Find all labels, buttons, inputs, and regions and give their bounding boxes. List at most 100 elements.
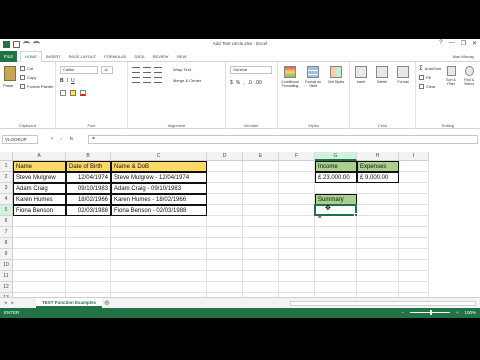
row-header-6[interactable]: 6: [0, 216, 13, 227]
tab-view[interactable]: VIEW: [172, 51, 190, 62]
bottom-align-icon[interactable]: [154, 67, 162, 73]
row-header-12[interactable]: 12: [0, 282, 13, 293]
cell-styles-button[interactable]: Cell Styles: [325, 66, 347, 84]
underline-button[interactable]: U: [71, 78, 75, 84]
formula-input[interactable]: =: [88, 135, 478, 144]
row-header-11[interactable]: 11: [0, 271, 13, 282]
fill-color-icon[interactable]: [70, 90, 76, 96]
name-dob-cell[interactable]: Steve Mulgrew - 12/04/1974: [111, 172, 207, 183]
zoom-level[interactable]: 100%: [464, 310, 476, 315]
increase-decimal-button[interactable]: .0: [248, 80, 252, 86]
sheet-tab-text-function-examples[interactable]: TEXT Function Examples: [36, 298, 103, 308]
row-header-10[interactable]: 10: [0, 260, 13, 271]
next-sheet-icon[interactable]: ▸: [12, 300, 15, 306]
sort-filter-button[interactable]: Sort & Filter: [442, 66, 460, 86]
tab-review[interactable]: REVIEW: [149, 51, 173, 62]
row-header-5[interactable]: 5: [0, 205, 13, 216]
active-cell-input[interactable]: =: [316, 215, 322, 221]
center-align-icon[interactable]: [143, 77, 151, 83]
row-header-8[interactable]: 8: [0, 238, 13, 249]
font-name-select[interactable]: Calibri: [60, 66, 98, 74]
row-header-2[interactable]: 2: [0, 172, 13, 183]
name-dob-cell[interactable]: Adam Craig - 09/10/1983: [111, 183, 207, 194]
autosum-button[interactable]: Σ AutoSum: [419, 65, 441, 72]
column-header-a[interactable]: A: [13, 152, 66, 161]
tab-home[interactable]: HOME: [20, 51, 42, 62]
right-align-icon[interactable]: [154, 77, 162, 83]
income-value-cell[interactable]: £ 23,000.00: [315, 172, 357, 183]
active-cell[interactable]: =: [314, 204, 357, 221]
name-cell[interactable]: Steve Mulgrew: [13, 172, 66, 183]
top-align-icon[interactable]: [132, 67, 140, 73]
format-as-table-button[interactable]: Format as Table: [302, 66, 324, 88]
font-color-icon[interactable]: [80, 90, 86, 96]
zoom-in-icon[interactable]: +: [456, 310, 459, 315]
copy-button[interactable]: Copy: [20, 75, 36, 80]
name-cell[interactable]: Adam Craig: [13, 183, 66, 194]
dob-cell[interactable]: 09/10/1983: [66, 183, 111, 194]
expenses-header-cell[interactable]: Expenses: [357, 161, 399, 172]
decrease-decimal-button[interactable]: .00: [255, 80, 262, 86]
dob-cell[interactable]: 12/04/1974: [66, 172, 111, 183]
number-format-select[interactable]: General: [230, 66, 272, 74]
minimize-icon[interactable]: —: [449, 40, 455, 47]
restore-icon[interactable]: ❐: [461, 40, 466, 47]
zoom-slider[interactable]: [409, 310, 450, 315]
middle-align-icon[interactable]: [143, 67, 151, 73]
row-header-9[interactable]: 9: [0, 249, 13, 260]
dob-cell[interactable]: 02/03/1988: [66, 205, 111, 216]
font-size-select[interactable]: 11: [101, 66, 113, 74]
name-dob-cell[interactable]: Karen Humes - 18/02/1966: [111, 194, 207, 205]
format-cells-button[interactable]: Format: [392, 66, 414, 84]
paste-button[interactable]: Paste: [3, 83, 13, 88]
paste-icon[interactable]: [4, 66, 16, 81]
bold-button[interactable]: B: [60, 78, 64, 84]
horizontal-scrollbar[interactable]: [290, 301, 476, 306]
delete-cells-button[interactable]: Delete: [371, 66, 393, 84]
row-header-4[interactable]: 4: [0, 194, 13, 205]
borders-icon[interactable]: [60, 90, 66, 96]
fill-button[interactable]: Fill: [419, 75, 431, 80]
row-header-1[interactable]: 1: [0, 161, 13, 172]
comma-button[interactable]: ,: [243, 80, 244, 86]
account-name[interactable]: Alan Murray: [452, 54, 474, 59]
select-all-button[interactable]: [0, 152, 13, 161]
clear-button[interactable]: Clear: [419, 84, 436, 89]
row-header-7[interactable]: 7: [0, 227, 13, 238]
merge-center-button[interactable]: Merge & Center: [173, 78, 201, 83]
prev-sheet-icon[interactable]: ◂: [4, 300, 7, 306]
row-header-3[interactable]: 3: [0, 183, 13, 194]
name-box[interactable]: VLOOKUP: [2, 135, 38, 144]
currency-button[interactable]: $: [230, 80, 233, 86]
column-header-f[interactable]: F: [279, 152, 315, 161]
table-header-cell[interactable]: Name: [13, 161, 66, 172]
insert-cells-button[interactable]: Insert: [350, 66, 372, 84]
add-sheet-icon[interactable]: ⊕: [104, 299, 110, 307]
tab-insert[interactable]: INSERT: [42, 51, 65, 62]
cut-button[interactable]: Cut: [20, 66, 33, 71]
dob-cell[interactable]: 18/02/1966: [66, 194, 111, 205]
column-header-d[interactable]: D: [207, 152, 243, 161]
name-cell[interactable]: Karen Humes: [13, 194, 66, 205]
column-header-e[interactable]: E: [243, 152, 279, 161]
name-dob-cell[interactable]: Fiona Benson - 02/03/1988: [111, 205, 207, 216]
column-header-h[interactable]: H: [357, 152, 399, 161]
format-painter-button[interactable]: Format Painter: [20, 84, 53, 89]
column-header-b[interactable]: B: [66, 152, 111, 161]
column-header-g[interactable]: G: [315, 152, 357, 161]
wrap-text-button[interactable]: Wrap Text: [173, 67, 191, 72]
column-header-c[interactable]: C: [111, 152, 207, 161]
tab-formulas[interactable]: FORMULAS: [100, 51, 130, 62]
fill-handle[interactable]: [354, 213, 358, 217]
left-align-icon[interactable]: [132, 77, 140, 83]
cancel-icon[interactable]: ✕: [50, 136, 54, 142]
income-header-cell[interactable]: Income: [315, 161, 357, 172]
name-cell[interactable]: Fiona Benson: [13, 205, 66, 216]
percent-button[interactable]: %: [236, 80, 240, 86]
enter-icon[interactable]: ✓: [60, 136, 64, 142]
tab-file[interactable]: FILE: [0, 51, 17, 62]
italic-button[interactable]: I: [67, 78, 68, 84]
find-select-button[interactable]: Find & Select: [460, 66, 478, 86]
close-icon[interactable]: ✕: [472, 40, 477, 47]
table-header-cell[interactable]: Name & DoB: [111, 161, 207, 172]
